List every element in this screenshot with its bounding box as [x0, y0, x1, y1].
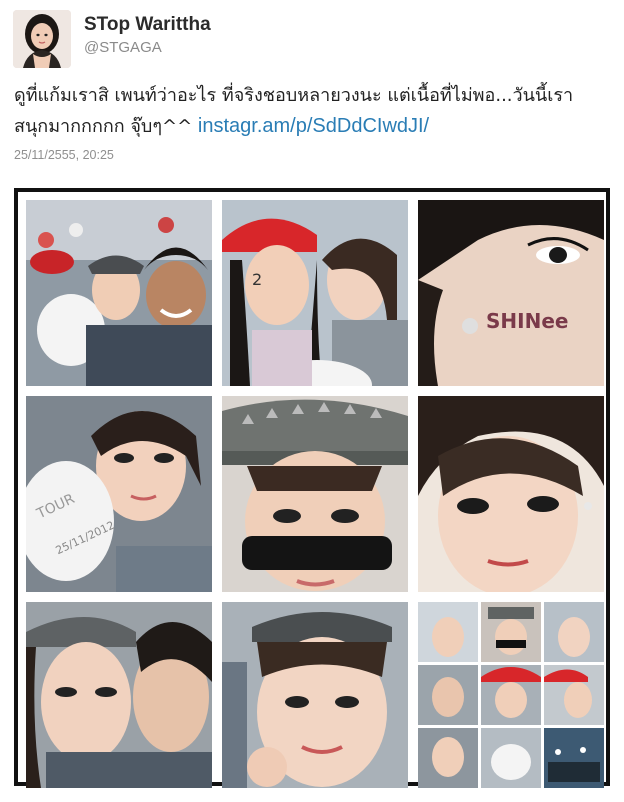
- next-tweet-fragment: [14, 796, 610, 802]
- collage-photo-1: [26, 200, 212, 386]
- tweet-timestamp[interactable]: 25/11/2555, 20:25: [14, 148, 114, 162]
- cheek-paint-text: SHINee: [486, 309, 568, 333]
- tweet-photo[interactable]: 2 SHINee TOUR 25/11/2012: [14, 188, 610, 788]
- collage-photo-3: SHINee: [418, 200, 604, 386]
- collage-photo-7: [26, 602, 212, 788]
- tweet-text-line-2-text: สนุกมากกกกก จุ๊บๆ^^: [14, 116, 198, 137]
- collage-photo-4: TOUR 25/11/2012: [26, 396, 212, 592]
- tweet-link[interactable]: instagr.am/p/SdDdCIwdJI/: [198, 115, 429, 137]
- display-name[interactable]: STop Warittha: [84, 14, 211, 36]
- tweet-text-line-1: ดูที่แก้มเราสิ เพนท์ว่าอะไร ที่จริงชอบหล…: [14, 85, 574, 106]
- svg-text:2: 2: [252, 270, 262, 289]
- collage-photo-2: 2: [222, 200, 408, 386]
- collage-photo-8: [222, 602, 408, 788]
- collage-photo-5: [222, 396, 408, 592]
- collage-photo-9-mini-grid: [418, 602, 604, 788]
- tweet-text: ดูที่แก้มเราสิ เพนท์ว่าอะไร ที่จริงชอบหล…: [14, 80, 610, 142]
- profile-avatar[interactable]: [13, 10, 71, 68]
- user-handle[interactable]: @STGAGA: [84, 39, 162, 56]
- tweet-text-line-2: สนุกมากกกกก จุ๊บๆ^^ instagr.am/p/SdDdCIw…: [14, 111, 610, 142]
- collage-photo-6: [418, 396, 604, 592]
